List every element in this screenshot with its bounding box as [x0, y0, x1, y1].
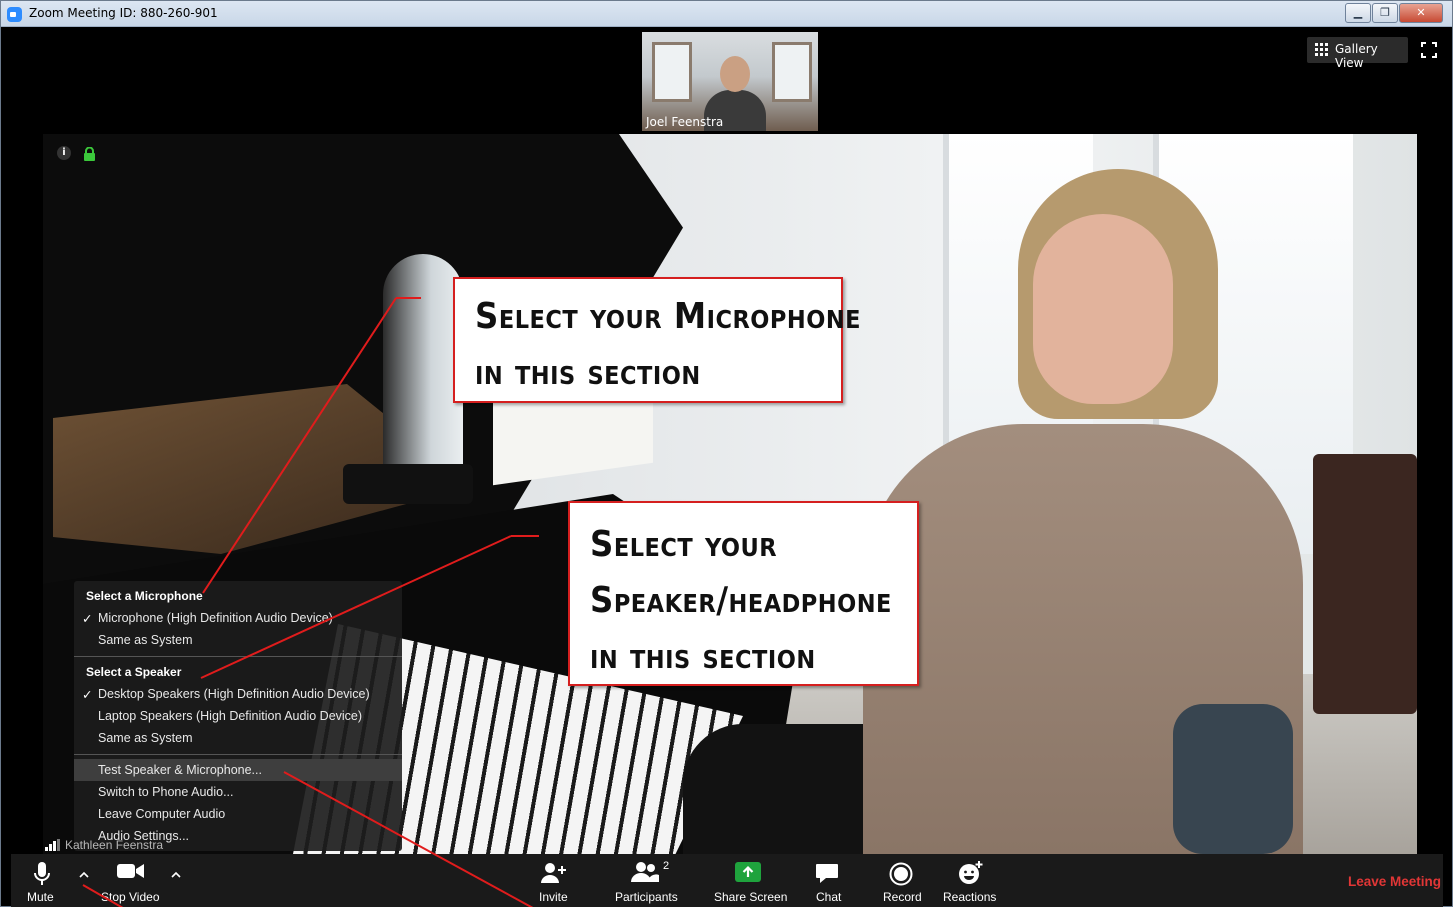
invite-button[interactable]: Invite — [533, 854, 573, 907]
menu-item-speaker-same-as-system[interactable]: Same as System — [98, 731, 192, 745]
gallery-view-label: Gallery View — [1335, 42, 1378, 70]
speaker-section-heading: Select a Speaker — [86, 665, 182, 679]
participants-icon — [631, 862, 659, 882]
record-button[interactable]: Record — [879, 854, 923, 907]
record-label: Record — [883, 890, 922, 904]
meeting-toolbar: Mute Stop Video Invite 2 Participants Sh… — [11, 854, 1443, 907]
signal-strength-icon — [45, 839, 60, 851]
menu-item-desktop-speakers[interactable]: Desktop Speakers (High Definition Audio … — [98, 687, 370, 701]
title-bar: Zoom Meeting ID: 880-260-901 ▁ ❐ ✕ — [1, 1, 1452, 27]
microphone-section-heading: Select a Microphone — [86, 589, 203, 603]
leave-meeting-button[interactable]: Leave Meeting — [1348, 874, 1441, 889]
menu-item-microphone[interactable]: Microphone (High Definition Audio Device… — [98, 611, 333, 625]
share-screen-icon — [735, 862, 761, 882]
callout-line: in this section — [475, 352, 701, 393]
close-button[interactable]: ✕ — [1399, 3, 1443, 23]
chat-button[interactable]: Chat — [811, 854, 845, 907]
participants-count: 2 — [663, 860, 670, 872]
microphone-icon — [34, 862, 50, 885]
mute-label: Mute — [27, 890, 54, 904]
speaker-name-label: Kathleen Feenstra — [65, 838, 164, 852]
menu-divider — [74, 656, 402, 657]
window-title: Zoom Meeting ID: 880-260-901 — [29, 6, 218, 20]
callout-line: Speaker/headphone — [590, 580, 892, 621]
thumbnail-background — [652, 42, 692, 102]
stop-video-label: Stop Video — [101, 890, 160, 904]
maximize-button[interactable]: ❐ — [1372, 3, 1398, 23]
share-screen-button[interactable]: Share Screen — [711, 854, 788, 907]
video-person-face — [1033, 214, 1173, 404]
menu-item-test-speaker-mic[interactable]: Test Speaker & Microphone... — [98, 763, 262, 777]
callout-select-microphone: Select your Microphone in this section — [453, 277, 862, 403]
encryption-lock-icon[interactable] — [83, 147, 96, 161]
menu-divider — [74, 754, 402, 755]
video-stool — [1173, 704, 1293, 854]
reactions-label: Reactions — [943, 890, 997, 904]
participants-label: Participants — [615, 890, 678, 904]
callout-line: Select your — [590, 524, 778, 565]
menu-item-switch-to-phone[interactable]: Switch to Phone Audio... — [98, 785, 234, 799]
chat-label: Chat — [816, 890, 842, 904]
grid-icon — [1315, 43, 1328, 56]
callout-line: in this section — [590, 636, 816, 677]
thumbnail-name: Joel Feenstra — [646, 115, 724, 129]
audio-options-caret-icon[interactable] — [79, 870, 89, 880]
minimize-button[interactable]: ▁ — [1345, 3, 1371, 23]
zoom-app-icon — [7, 7, 22, 22]
menu-item-leave-computer-audio[interactable]: Leave Computer Audio — [98, 807, 225, 821]
video-chair — [1313, 454, 1417, 714]
invite-label: Invite — [539, 890, 568, 904]
participants-button[interactable]: 2 Participants — [611, 854, 683, 907]
video-mic-stand — [343, 464, 473, 504]
meeting-info-icon[interactable]: i — [57, 146, 71, 160]
callout-line: Select your Microphone — [475, 296, 862, 337]
chat-bubble-icon — [816, 864, 838, 883]
menu-item-mic-same-as-system[interactable]: Same as System — [98, 633, 192, 647]
participant-thumbnail[interactable]: Joel Feenstra — [642, 32, 818, 131]
share-screen-label: Share Screen — [714, 890, 788, 904]
fullscreen-icon[interactable] — [1421, 42, 1437, 58]
checkmark-icon: ✓ — [82, 612, 93, 626]
mute-button[interactable]: Mute — [23, 854, 61, 907]
video-camera-icon — [117, 864, 144, 878]
thumbnail-person-head — [720, 56, 750, 92]
callout-select-speaker: Select your Speaker/headphone in this se… — [568, 501, 919, 686]
stop-video-button[interactable]: Stop Video — [99, 854, 160, 907]
zoom-window: Zoom Meeting ID: 880-260-901 ▁ ❐ ✕ Joel … — [0, 0, 1453, 907]
smiley-plus-icon — [959, 861, 983, 884]
checkmark-icon: ✓ — [82, 688, 93, 702]
add-person-icon — [541, 863, 566, 883]
gallery-view-button[interactable]: Gallery View — [1307, 37, 1408, 70]
record-icon — [889, 862, 913, 886]
video-options-caret-icon[interactable] — [171, 870, 181, 880]
reactions-button[interactable]: Reactions — [941, 854, 997, 907]
thumbnail-background — [772, 42, 812, 102]
menu-item-laptop-speakers[interactable]: Laptop Speakers (High Definition Audio D… — [98, 709, 362, 723]
audio-options-menu: Select a Microphone ✓ Microphone (High D… — [74, 581, 402, 851]
